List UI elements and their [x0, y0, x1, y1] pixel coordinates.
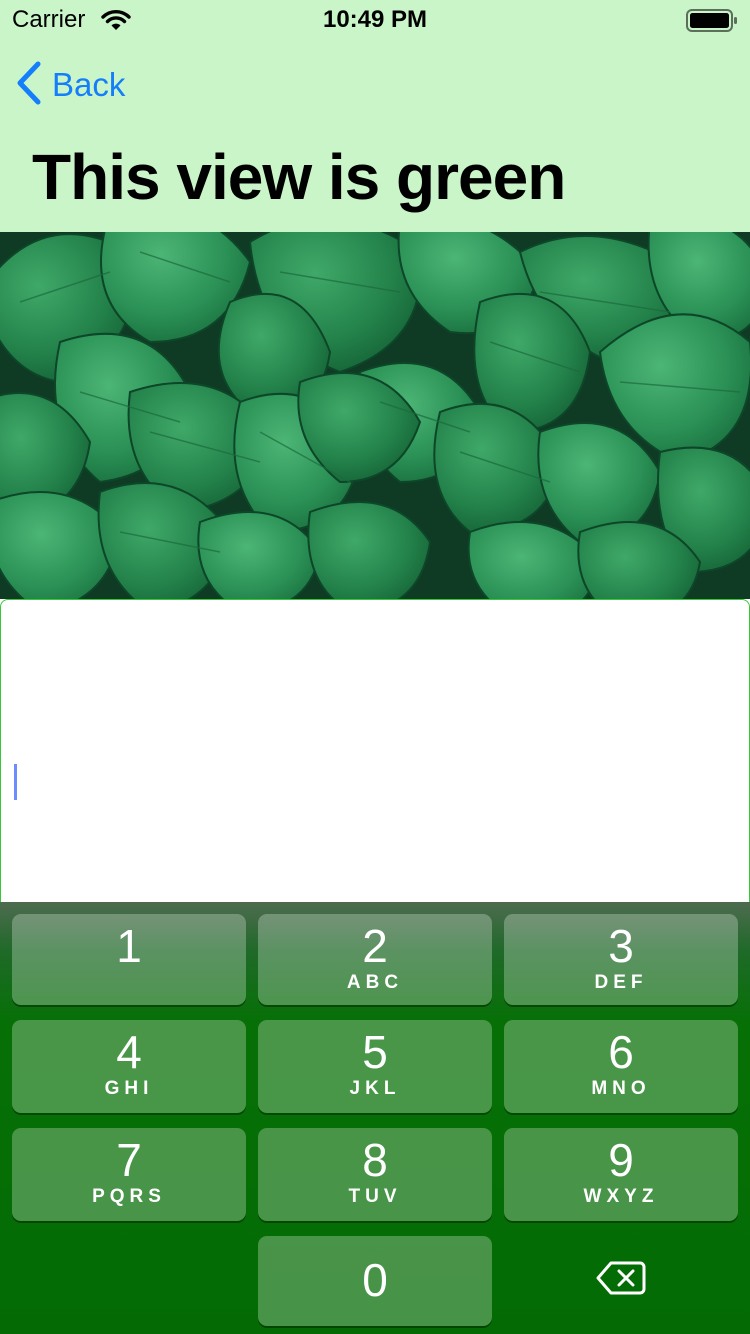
key-letters: ABC [346, 972, 404, 993]
key-letters: PQRS [92, 1186, 166, 1207]
key-5[interactable]: 5 JKL [258, 1020, 492, 1113]
key-digit: 7 [116, 1134, 142, 1186]
key-4[interactable]: 4 GHI [12, 1020, 246, 1113]
key-digit: 9 [608, 1134, 634, 1186]
key-6[interactable]: 6 MNO [504, 1020, 738, 1113]
text-cursor [14, 764, 17, 800]
key-7[interactable]: 7 PQRS [12, 1128, 246, 1221]
delete-button[interactable] [504, 1242, 738, 1318]
key-digit: 6 [608, 1026, 634, 1078]
key-digit: 1 [116, 920, 142, 972]
key-2[interactable]: 2 ABC [258, 914, 492, 1005]
key-8[interactable]: 8 TUV [258, 1128, 492, 1221]
green-leaves-photo [0, 232, 750, 599]
key-digit: 0 [362, 1254, 388, 1306]
key-9[interactable]: 9 WXYZ [504, 1128, 738, 1221]
status-bar: Carrier 10:49 PM [0, 0, 750, 40]
back-button[interactable]: Back [16, 61, 126, 110]
key-letters: DEF [594, 972, 648, 993]
key-digit: 3 [608, 920, 634, 972]
battery-icon [686, 9, 738, 38]
navigation-bar: Back This view is green [0, 40, 750, 232]
key-letters: GHI [104, 1078, 154, 1099]
key-letters: TUV [348, 1186, 402, 1207]
key-1[interactable]: 1 [12, 914, 246, 1005]
page-title: This view is green [32, 141, 566, 213]
key-letters: MNO [591, 1078, 651, 1099]
number-keypad: 1 2 ABC 3 DEF 4 GHI 5 JKL 6 MNO 7 PQRS 8… [0, 902, 750, 1334]
key-digit: 8 [362, 1134, 388, 1186]
key-0[interactable]: 0 [258, 1236, 492, 1326]
key-digit: 2 [362, 920, 388, 972]
text-input[interactable] [0, 599, 750, 902]
chevron-left-icon [16, 61, 42, 110]
key-digit: 4 [116, 1026, 142, 1078]
back-label: Back [52, 66, 126, 103]
backspace-icon [596, 1260, 646, 1301]
key-letters: JKL [349, 1078, 401, 1099]
key-digit: 5 [362, 1026, 388, 1078]
key-3[interactable]: 3 DEF [504, 914, 738, 1005]
key-letters: WXYZ [583, 1186, 659, 1207]
clock: 10:49 PM [322, 6, 428, 33]
